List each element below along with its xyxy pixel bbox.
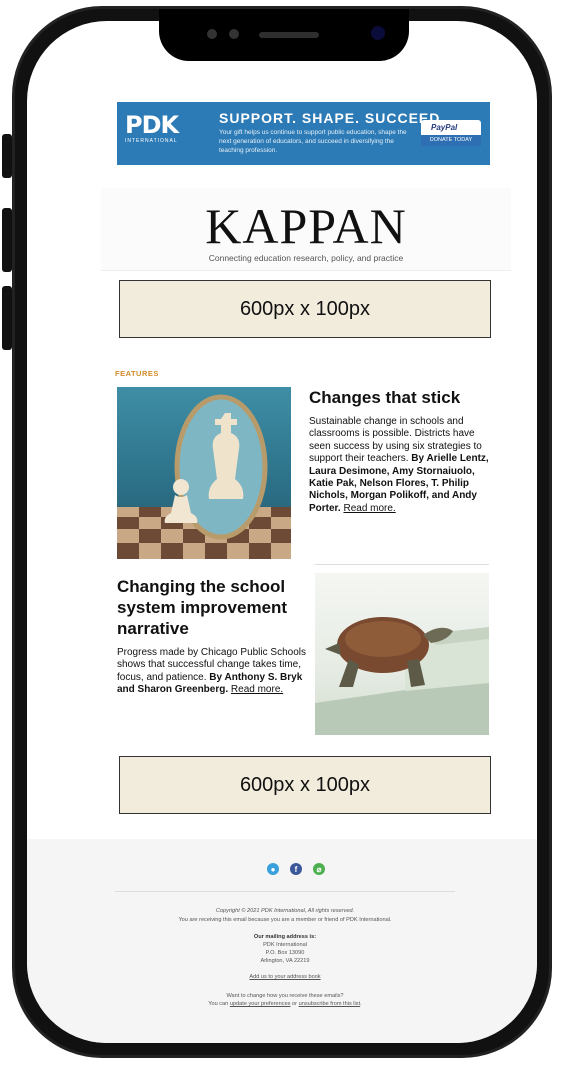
phone-frame: PDK INTERNATIONAL SUPPORT. SHAPE. SUCCEE… bbox=[12, 6, 552, 1058]
masthead-title: KAPPAN bbox=[205, 198, 407, 254]
email-footer: ● f ⌀ Copyright © 2021 PDK International… bbox=[27, 839, 537, 1043]
ad-placeholder-bottom[interactable]: 600px x 100px bbox=[119, 756, 491, 814]
article-changes-that-stick: Changes that stick Sustainable change in… bbox=[309, 387, 497, 515]
pdk-logo-subtext: INTERNATIONAL bbox=[125, 138, 178, 144]
mailing-address-label: Our mailing address is: bbox=[253, 934, 317, 940]
donate-button[interactable]: PayPal DONATE TODAY bbox=[421, 120, 481, 146]
article-changing-school-system: Changing the school system improvement n… bbox=[117, 576, 307, 697]
preferences-line: You can update your preferences or unsub… bbox=[208, 1001, 362, 1007]
donate-label: DONATE TODAY bbox=[421, 135, 481, 146]
pdk-logo-text: PDK bbox=[125, 111, 179, 139]
phone-notch bbox=[159, 9, 409, 61]
sensor-dot bbox=[229, 29, 239, 39]
donation-banner[interactable]: PDK INTERNATIONAL SUPPORT. SHAPE. SUCCEE… bbox=[117, 102, 490, 165]
read-more-link[interactable]: Read more. bbox=[343, 503, 395, 514]
article-title[interactable]: Changes that stick bbox=[309, 387, 497, 408]
masthead-tagline: Connecting education research, policy, a… bbox=[208, 253, 404, 263]
article-image-chess[interactable] bbox=[117, 387, 291, 559]
change-preferences-text: Want to change how you receive these ema… bbox=[226, 993, 344, 999]
banner-subtext: Your gift helps us continue to support p… bbox=[219, 129, 407, 154]
banner-headline: SUPPORT. SHAPE. SUCCEED. bbox=[219, 110, 446, 126]
facebook-icon[interactable]: f bbox=[290, 863, 302, 875]
address-line: Arlington, VA 22219 bbox=[260, 958, 310, 964]
turtle-illustration bbox=[315, 617, 489, 735]
speaker-grille bbox=[259, 32, 319, 38]
footer-divider bbox=[115, 891, 455, 892]
masthead: KAPPAN Connecting education research, po… bbox=[101, 188, 511, 271]
copyright-text: Copyright © 2021 PDK International, All … bbox=[215, 908, 355, 914]
chess-illustration bbox=[117, 394, 291, 559]
paypal-logo: PayPal bbox=[431, 123, 458, 132]
phone-volume-up-button bbox=[2, 208, 12, 272]
article-summary: Sustainable change in schools and classr… bbox=[309, 416, 497, 515]
phone-screen: PDK INTERNATIONAL SUPPORT. SHAPE. SUCCEE… bbox=[27, 21, 537, 1043]
add-to-address-book-link[interactable]: Add us to your address book bbox=[27, 973, 537, 981]
article-title[interactable]: Changing the school system improvement n… bbox=[117, 576, 307, 639]
front-camera bbox=[371, 26, 385, 40]
pdk-logo: PDK INTERNATIONAL bbox=[125, 112, 199, 156]
section-label: FEATURES bbox=[115, 369, 159, 378]
phone-volume-down-button bbox=[2, 286, 12, 350]
sensor-dot bbox=[207, 29, 217, 39]
article-summary: Progress made by Chicago Public Schools … bbox=[117, 647, 307, 697]
website-icon[interactable]: ⌀ bbox=[313, 863, 325, 875]
newsletter-body: KAPPAN Connecting education research, po… bbox=[101, 188, 511, 736]
update-preferences-link[interactable]: update your preferences bbox=[230, 1001, 291, 1007]
unsubscribe-link[interactable]: unsubscribe from this list bbox=[299, 1001, 361, 1007]
article-divider bbox=[315, 564, 489, 565]
subscription-reason: You are receiving this email because you… bbox=[178, 917, 392, 923]
phone-side-button bbox=[2, 134, 12, 178]
ad-placeholder-top[interactable]: 600px x 100px bbox=[119, 280, 491, 338]
twitter-icon[interactable]: ● bbox=[267, 863, 279, 875]
article-image-turtle[interactable] bbox=[315, 573, 489, 735]
read-more-link[interactable]: Read more. bbox=[231, 684, 283, 695]
address-line: P.O. Box 13090 bbox=[265, 950, 305, 956]
address-line: PDK International bbox=[263, 942, 307, 948]
